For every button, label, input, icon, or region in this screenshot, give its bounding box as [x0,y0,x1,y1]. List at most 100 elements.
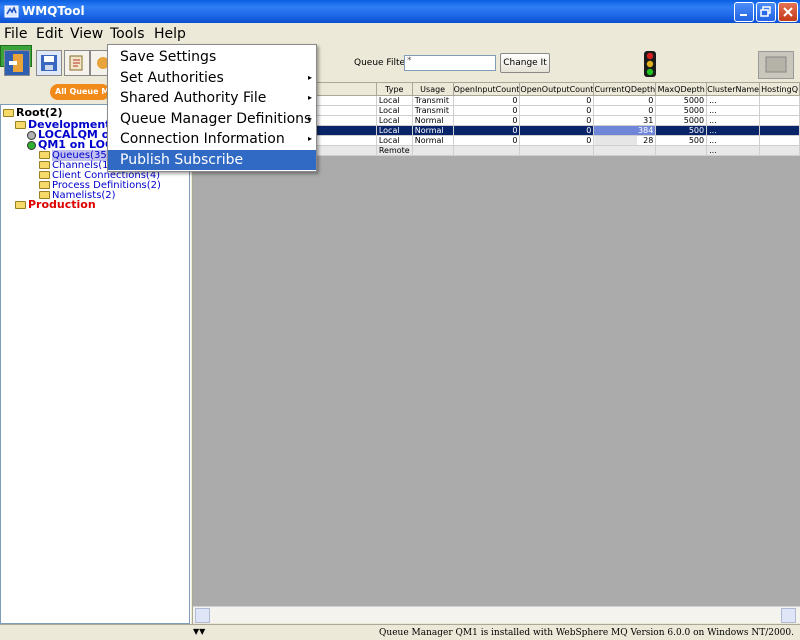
table-cell-max[interactable]: 500 [655,135,708,146]
table-cell-usage[interactable]: Normal [411,115,454,126]
table-cell-type[interactable]: Local [375,135,413,146]
menu-item-label: Connection Information [120,131,285,147]
column-header[interactable]: CurrentQDepth [593,82,657,96]
all-queue-managers-button[interactable]: All Queue Ma [50,84,110,100]
exit-door-icon [9,54,23,72]
tree-node-qm1[interactable]: QM1 on LOC [27,139,113,150]
table-cell-depth[interactable]: 0 [593,95,657,106]
minimize-button[interactable] [734,2,754,22]
table-cell-cluster[interactable]: ... [706,135,761,146]
tree-node-root[interactable]: Root(2) [3,107,63,118]
table-cell-in[interactable]: 0 [452,125,521,136]
table-cell-depth[interactable]: 0 [593,105,657,116]
menu-tools[interactable]: Tools [110,26,145,44]
table-cell-hosting[interactable] [759,105,800,116]
column-header[interactable]: Type [375,82,413,96]
restore-icon [760,6,771,17]
table-cell-out[interactable]: 0 [519,105,595,116]
table-cell-hosting[interactable] [759,115,800,126]
table-cell-type[interactable]: Local [375,115,413,126]
scroll-left-arrow-icon[interactable] [195,608,210,623]
change-it-button[interactable]: Change It [500,53,550,73]
table-cell-out[interactable]: 0 [519,135,595,146]
table-cell-in[interactable]: 0 [452,135,521,146]
scroll-right-arrow-icon[interactable] [781,608,796,623]
table-cell-type[interactable]: Remote [375,145,413,156]
table-cell-in[interactable]: 0 [452,95,521,106]
menu-item-connection-information[interactable]: Connection Information ▸ [108,129,316,149]
column-header[interactable]: OpenOutputCount [519,82,595,96]
folder-icon [3,109,14,117]
column-header[interactable]: Usage [411,82,454,96]
submenu-arrow-icon: ▸ [307,134,312,143]
menu-help[interactable]: Help [154,26,186,44]
exit-button[interactable] [4,50,30,76]
menu-item-publish-subscribe[interactable]: Publish Subscribe [108,150,316,170]
table-cell-usage[interactable]: Transmit [411,95,454,106]
table-cell-hosting[interactable] [759,135,800,146]
folder-icon [39,171,50,179]
table-cell-usage[interactable]: Transmit [411,105,454,116]
submenu-arrow-icon: ▸ [307,93,312,102]
close-button[interactable] [778,2,798,22]
table-cell-out[interactable] [519,145,595,156]
table-cell-usage[interactable]: Normal [411,125,454,136]
status-bar: ▼▼ Queue Manager QM1 is installed with W… [0,624,800,640]
menu-item-label: Set Authorities [120,70,224,86]
table-cell-type[interactable]: Local [375,125,413,136]
table-cell-type[interactable]: Local [375,95,413,106]
menu-file[interactable]: File [4,26,27,44]
table-cell-cluster[interactable]: ... [706,115,761,126]
table-cell-usage[interactable] [411,145,454,156]
table-cell-out[interactable]: 0 [519,125,595,136]
folder-icon [39,181,50,189]
table-cell-max[interactable]: 5000 [655,95,708,106]
table-cell-type[interactable]: Local [375,105,413,116]
table-cell-depth[interactable] [593,145,657,156]
table-cell-cluster[interactable]: ... [706,105,761,116]
queue-filter-input[interactable]: * [404,55,496,71]
menu-item-queue-manager-definitions[interactable]: Queue Manager Definitions ▸ [108,109,316,129]
table-cell-depth[interactable]: 31 [593,115,657,126]
table-cell-cluster[interactable]: ... [706,125,761,136]
table-cell-depth[interactable]: 28 [593,135,657,146]
navigation-tree[interactable]: Root(2) Development(2 LOCALQM on QM1 on … [0,104,190,624]
tree-node-production[interactable]: Production [15,199,96,210]
table-cell-hosting[interactable] [759,95,800,106]
restore-button[interactable] [756,2,776,22]
table-cell-in[interactable]: 0 [452,115,521,126]
table-cell-cluster[interactable]: ... [706,95,761,106]
table-cell-hosting[interactable] [759,145,800,156]
menu-view[interactable]: View [70,26,103,44]
column-header[interactable]: HostingQ [759,82,800,96]
disabled-tool-button[interactable] [758,51,794,79]
properties-button[interactable] [64,50,90,76]
traffic-light-icon [644,51,656,77]
menu-item-shared-authority-file[interactable]: Shared Authority File ▸ [108,88,316,108]
table-cell-depth[interactable]: 384 [593,125,657,136]
horizontal-scrollbar[interactable] [193,606,800,623]
table-cell-in[interactable]: 0 [452,105,521,116]
queue-filter-label: Queue Filter: [354,58,412,68]
table-cell-max[interactable]: 500 [655,125,708,136]
table-cell-max[interactable]: 5000 [655,115,708,126]
menu-item-set-authorities[interactable]: Set Authorities ▸ [108,68,316,88]
save-button[interactable] [36,50,62,76]
table-cell-max[interactable] [655,145,708,156]
table-cell-hosting[interactable] [759,125,800,136]
table-cell-cluster[interactable]: ... [706,145,761,156]
table-cell-usage[interactable]: Normal [411,135,454,146]
column-header[interactable]: ClusterName [706,82,761,96]
table-cell-in[interactable] [452,145,521,156]
column-header[interactable]: OpenInputCount [452,82,521,96]
table-cell-max[interactable]: 5000 [655,105,708,116]
table-cell-out[interactable]: 0 [519,95,595,106]
column-header[interactable]: MaxQDepth [655,82,708,96]
table-cell-out[interactable]: 0 [519,115,595,126]
title-bar[interactable]: WMQTool [0,0,800,23]
menu-item-save-settings[interactable]: Save Settings [108,47,316,67]
tree-node-label: Production [28,198,96,211]
split-arrows-icon[interactable]: ▼▼ [193,627,205,636]
close-icon [783,7,793,17]
menu-edit[interactable]: Edit [36,26,63,44]
